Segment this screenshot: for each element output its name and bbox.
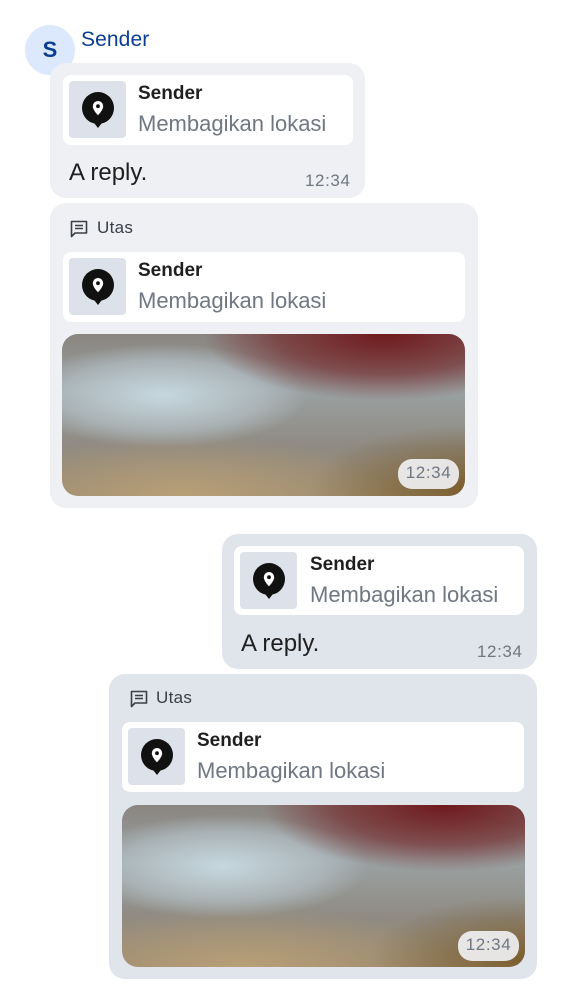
location-pin-icon <box>81 91 114 128</box>
quote-sender: Sender <box>138 260 203 281</box>
thread-icon <box>70 220 88 238</box>
quote-text: Membagikan lokasi <box>138 288 327 313</box>
location-thumbnail <box>128 728 185 785</box>
reply-quote[interactable]: Sender Membagikan lokasi <box>63 75 353 145</box>
thread-label[interactable]: Utas <box>156 688 192 708</box>
thread-icon <box>130 690 148 708</box>
message-time: 12:34 <box>398 459 459 489</box>
message-bubble[interactable]: Sender Membagikan lokasi A reply. 12:34 <box>222 534 537 669</box>
location-pin-icon <box>140 738 173 775</box>
media-image[interactable]: 12:34 <box>62 334 465 496</box>
message-bubble[interactable]: Utas Sender Membagikan lokasi 12:34 <box>50 203 478 508</box>
reply-quote[interactable]: Sender Membagikan lokasi <box>234 546 524 615</box>
location-pin-icon <box>81 268 114 305</box>
message-time: 12:34 <box>458 931 519 961</box>
quote-sender: Sender <box>310 554 375 575</box>
message-bubble[interactable]: Utas Sender Membagikan lokasi 12:34 <box>109 674 537 979</box>
thread-label[interactable]: Utas <box>97 218 133 238</box>
media-image[interactable]: 12:34 <box>122 805 525 967</box>
quote-sender: Sender <box>197 730 262 751</box>
sender-name[interactable]: Sender <box>81 28 149 52</box>
reply-quote[interactable]: Sender Membagikan lokasi <box>122 722 524 792</box>
message-text: A reply. <box>241 630 320 657</box>
location-pin-icon <box>252 562 285 599</box>
quote-sender: Sender <box>138 83 203 104</box>
reply-quote[interactable]: Sender Membagikan lokasi <box>63 252 465 322</box>
message-text: A reply. <box>69 159 148 186</box>
message-time: 12:34 <box>305 171 351 190</box>
message-bubble[interactable]: Sender Membagikan lokasi A reply. 12:34 <box>50 63 365 198</box>
message-time: 12:34 <box>477 642 523 661</box>
location-thumbnail <box>240 552 297 609</box>
location-thumbnail <box>69 81 126 138</box>
quote-text: Membagikan lokasi <box>138 111 327 136</box>
quote-text: Membagikan lokasi <box>310 582 499 607</box>
location-thumbnail <box>69 258 126 315</box>
quote-text: Membagikan lokasi <box>197 758 386 783</box>
